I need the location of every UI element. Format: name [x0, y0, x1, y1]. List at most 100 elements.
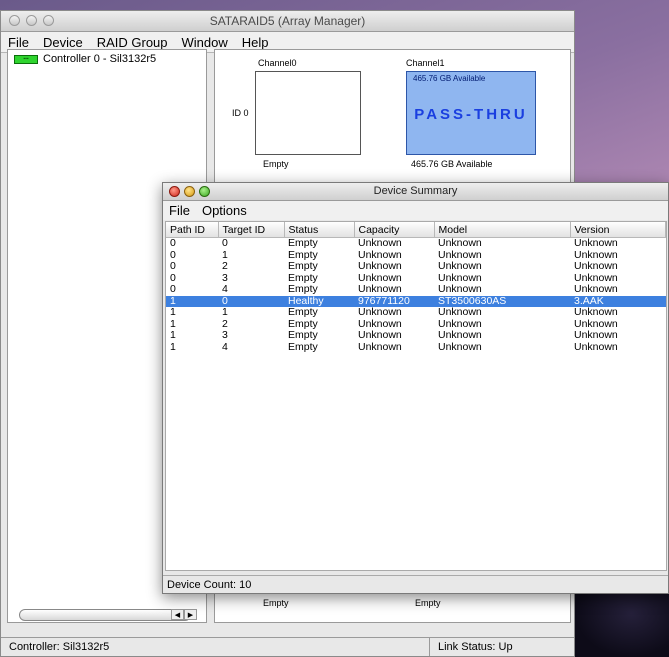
col-path-id[interactable]: Path ID: [166, 222, 219, 238]
table-cell: Unknown: [438, 307, 482, 318]
table-cell: Unknown: [358, 272, 402, 284]
minimize-button[interactable]: [184, 186, 195, 197]
table-cell: Unknown: [358, 318, 402, 330]
table-row[interactable]: 1 2 Empty Unknown Unknown Unknown: [166, 319, 666, 331]
table-cell: Unknown: [574, 249, 618, 261]
table-row[interactable]: 0 1 Empty Unknown Unknown Unknown: [166, 250, 666, 262]
summary-menubar: File Options: [163, 201, 668, 220]
table-cell: 1: [166, 295, 218, 307]
table-cell: Unknown: [438, 330, 482, 341]
table-row[interactable]: 0 3 Empty Unknown Unknown Unknown: [166, 273, 666, 285]
window-controls: [9, 15, 54, 26]
table-cell: Empty: [288, 237, 318, 249]
col-capacity[interactable]: Capacity: [354, 222, 435, 238]
col-target-id[interactable]: Target ID: [218, 222, 285, 238]
table-cell: 0: [222, 237, 228, 249]
scroll-arrows: ◀ ▶: [171, 609, 197, 620]
table-cell: 0: [170, 284, 176, 295]
table-row[interactable]: 0 0 Empty Unknown Unknown Unknown: [166, 238, 666, 250]
table-cell: 3: [222, 272, 228, 284]
menu-device[interactable]: Device: [36, 35, 90, 50]
table-cell: 1: [222, 249, 228, 261]
main-statusbar: Controller: Sil3132r5 Link Status: Up: [1, 637, 574, 656]
summary-menu-options[interactable]: Options: [196, 203, 253, 218]
pass-thru-label: PASS-THRU: [414, 106, 528, 123]
table-cell: 0: [170, 249, 176, 261]
table-row[interactable]: 0 2 Empty Unknown Unknown Unknown: [166, 261, 666, 273]
table-cell: Empty: [288, 249, 318, 261]
table-cell: 1: [170, 341, 176, 353]
col-status[interactable]: Status: [284, 222, 355, 238]
table-cell: Unknown: [438, 237, 482, 249]
table-cell: Empty: [288, 284, 318, 295]
channel0-status: Empty: [263, 159, 289, 169]
table-cell: Unknown: [438, 249, 482, 261]
table-cell: 4: [222, 341, 228, 353]
zoom-button[interactable]: [199, 186, 210, 197]
main-titlebar[interactable]: SATARAID5 (Array Manager): [1, 11, 574, 32]
table-row[interactable]: 1 1 Empty Unknown Unknown Unknown: [166, 307, 666, 319]
table-cell: 1: [222, 307, 228, 318]
table-row[interactable]: 1 4 Empty Unknown Unknown Unknown: [166, 342, 666, 354]
controller-status: Controller: Sil3132r5: [9, 641, 110, 653]
table-cell: Unknown: [438, 284, 482, 295]
table-cell: Unknown: [438, 272, 482, 284]
menu-window[interactable]: Window: [175, 35, 235, 50]
table-cell: Empty: [288, 261, 318, 272]
table-cell: Unknown: [358, 237, 402, 249]
summary-titlebar[interactable]: Device Summary: [163, 183, 668, 201]
table-row[interactable]: 0 4 Empty Unknown Unknown Unknown: [166, 284, 666, 296]
table-cell: 1: [170, 330, 176, 341]
close-button[interactable]: [169, 186, 180, 197]
table-cell: 2: [222, 261, 228, 272]
minimize-button[interactable]: [26, 15, 37, 26]
table-cell: 2: [222, 318, 228, 330]
summary-window-controls: [169, 186, 210, 197]
table-cell: Empty: [288, 318, 318, 330]
channel1-available-top: 465.76 GB Available: [413, 74, 486, 83]
summary-menu-file[interactable]: File: [163, 203, 196, 218]
channel1-label: Channel1: [406, 58, 445, 68]
table-header: Path ID Target ID Status Capacity Model …: [166, 222, 666, 238]
table-cell: 0: [170, 237, 176, 249]
zoom-button[interactable]: [43, 15, 54, 26]
table-cell: Unknown: [574, 330, 618, 341]
horizontal-scrollbar[interactable]: [19, 609, 191, 621]
table-cell: Unknown: [438, 341, 482, 353]
table-cell: 0: [170, 261, 176, 272]
link-status: Link Status: Up: [429, 638, 513, 656]
table-cell: Unknown: [358, 284, 402, 295]
col-model[interactable]: Model: [434, 222, 571, 238]
table-row[interactable]: 1 3 Empty Unknown Unknown Unknown: [166, 330, 666, 342]
device-table: Path ID Target ID Status Capacity Model …: [165, 221, 667, 571]
table-cell: 3: [222, 330, 228, 341]
table-cell: Unknown: [438, 261, 482, 272]
table-cell: Empty: [288, 330, 318, 341]
scroll-left-arrow-icon[interactable]: ◀: [171, 609, 184, 620]
desktop-background: [575, 585, 669, 657]
table-cell: 4: [222, 284, 228, 295]
table-cell: Empty: [288, 307, 318, 318]
table-cell: Empty: [288, 272, 318, 284]
scroll-right-arrow-icon[interactable]: ▶: [184, 609, 197, 620]
menu-file[interactable]: File: [1, 35, 36, 50]
summary-title: Device Summary: [373, 185, 458, 197]
table-cell: Unknown: [358, 249, 402, 261]
table-cell: Unknown: [574, 261, 618, 272]
table-cell: 1: [170, 318, 176, 330]
channel0-slot[interactable]: [255, 71, 361, 155]
table-cell: Unknown: [574, 318, 618, 330]
col-version[interactable]: Version: [570, 222, 666, 238]
tree-item-controller[interactable]: ▪▪▪ Controller 0 - Sil3132r5: [8, 50, 206, 65]
channel1-slot[interactable]: 465.76 GB Available PASS-THRU: [406, 71, 536, 155]
menu-help[interactable]: Help: [235, 35, 276, 50]
table-cell: 3.AAK: [570, 295, 666, 307]
device-summary-window: Device Summary File Options Path ID Targ…: [162, 182, 669, 594]
menu-raid-group[interactable]: RAID Group: [90, 35, 175, 50]
table-cell: ST3500630AS: [434, 295, 570, 307]
table-cell: Unknown: [358, 341, 402, 353]
close-button[interactable]: [9, 15, 20, 26]
table-cell: Empty: [288, 341, 318, 353]
table-cell: Unknown: [574, 307, 618, 318]
table-row[interactable]: 1 0 Healthy 976771120 ST3500630AS 3.AAK: [166, 295, 666, 307]
